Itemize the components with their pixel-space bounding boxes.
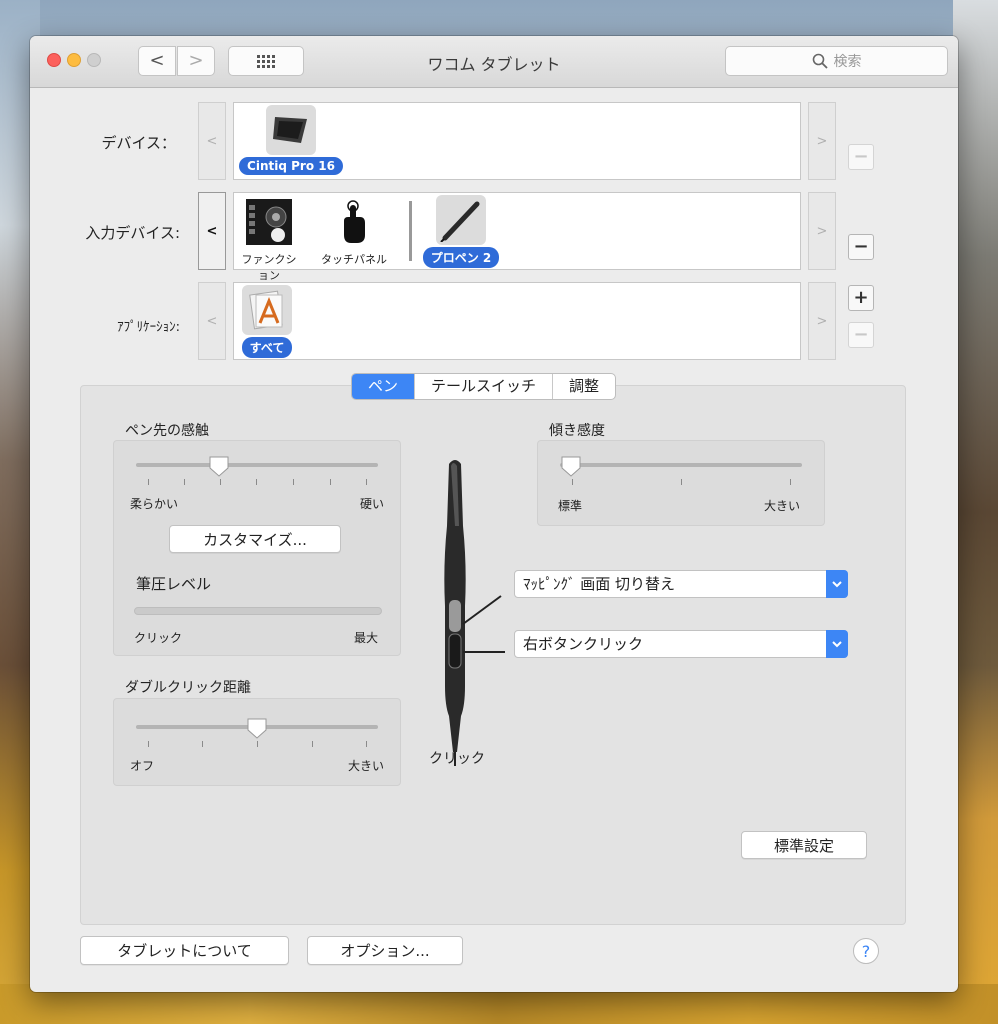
desktop-wallpaper-right [953, 0, 998, 1024]
input-tile-pen[interactable]: プロペン 2 [417, 195, 505, 268]
tilt-min-label: 標準 [558, 499, 583, 513]
preferences-window: < > ワコム タブレット 検索 デバイス： < Cintiq Pro 16 >… [30, 36, 958, 992]
search-field[interactable]: 検索 [725, 46, 948, 76]
input-scroll-right[interactable]: > [808, 192, 836, 270]
touch-hand-icon [329, 197, 379, 247]
input-tile-touch[interactable]: タッチパネル [314, 197, 394, 267]
search-icon [812, 53, 828, 69]
device-scroll-left[interactable]: < [198, 102, 226, 180]
chevron-down-icon [826, 570, 848, 598]
input-row-label: 入力デバイス: [85, 224, 180, 242]
tip-feel-title: ペン先の感触 [125, 423, 209, 439]
tilt-max-label: 大きい [764, 499, 801, 513]
remove-device-button[interactable]: − [848, 144, 874, 170]
app-tile-all[interactable]: すべて [236, 285, 298, 358]
help-button[interactable]: ? [853, 938, 879, 964]
device-tile-cintiq[interactable]: Cintiq Pro 16 [236, 105, 346, 175]
pressure-level-title: 筆圧レベル [136, 575, 212, 593]
tilt-title: 傾き感度 [549, 423, 605, 439]
pen-tip-label: クリック [429, 751, 485, 767]
tab-tail-switch[interactable]: テールスイッチ [415, 374, 554, 399]
pressure-level-bar [134, 607, 382, 615]
lower-button-select[interactable]: 右ボタンクリック [514, 630, 848, 658]
default-settings-button[interactable]: 標準設定 [741, 831, 867, 859]
device-scroll-right[interactable]: > [808, 102, 836, 180]
remove-input-button[interactable]: − [848, 234, 874, 260]
device-row-label: デバイス： [101, 134, 176, 152]
tablet-icon [266, 105, 316, 155]
input-name-touch: タッチパネル [321, 253, 387, 266]
pen-illustration [444, 460, 505, 766]
tilt-box: 標準 大きい [537, 440, 825, 526]
remove-app-button[interactable]: − [848, 322, 874, 348]
input-strip: ファンクション タッチパネル プロペン 2 [233, 192, 801, 282]
title-bar: < > ワコム タブレット 検索 [30, 36, 958, 88]
options-button[interactable]: オプション... [307, 936, 463, 965]
chevron-down-icon [826, 630, 848, 658]
input-scroll-left[interactable]: < [198, 192, 226, 270]
tilt-track[interactable] [560, 463, 802, 467]
upper-button-select[interactable]: ﾏｯﾋﾟﾝｸﾞ 画面 切り替え [514, 570, 848, 598]
app-name-pill: すべて [241, 337, 293, 358]
double-click-min-label: オフ [130, 759, 155, 773]
double-click-max-label: 大きい [348, 759, 385, 773]
add-app-button[interactable]: + [848, 285, 874, 311]
expresskey-icon [244, 197, 294, 247]
search-placeholder: 検索 [833, 54, 862, 70]
app-scroll-left[interactable]: < [198, 282, 226, 360]
pressure-max-label: 最大 [354, 631, 379, 645]
app-row-label: ｱﾌﾟﾘｹｰｼｮﾝ: [117, 320, 180, 335]
tab-adjust[interactable]: 調整 [553, 374, 615, 399]
double-click-box: オフ 大きい [113, 698, 401, 786]
double-click-title: ダブルクリック距離 [125, 680, 251, 696]
about-tablet-button[interactable]: タブレットについて [80, 936, 289, 965]
customize-button[interactable]: カスタマイズ... [169, 525, 341, 553]
tilt-slider-knob[interactable] [560, 455, 582, 477]
tip-feel-box: 柔らかい 硬い カスタマイズ... 筆圧レベル クリック 最大 [113, 440, 401, 656]
pressure-min-label: クリック [134, 631, 183, 645]
upper-button-value: ﾏｯﾋﾟﾝｸﾞ 画面 切り替え [523, 575, 676, 593]
tip-feel-track[interactable] [136, 463, 378, 467]
tab-pen[interactable]: ペン [352, 374, 416, 399]
pen-settings-panel: ペン先の感触 柔らかい 硬い カスタマイズ... 筆圧レベル クリック 最大 ダ… [80, 385, 906, 925]
input-name-pen-pill: プロペン 2 [422, 247, 500, 268]
lower-button-value: 右ボタンクリック [523, 635, 644, 653]
device-name-pill: Cintiq Pro 16 [239, 157, 343, 175]
app-scroll-right[interactable]: > [808, 282, 836, 360]
tip-feel-max-label: 硬い [360, 497, 385, 511]
device-strip: Cintiq Pro 16 [233, 102, 801, 180]
pen-icon [436, 195, 486, 245]
tab-bar: ペン テールスイッチ 調整 [351, 373, 617, 400]
separator [409, 201, 412, 261]
tip-feel-min-label: 柔らかい [130, 497, 179, 511]
double-click-slider-knob[interactable] [246, 717, 268, 739]
input-tile-function[interactable]: ファンクション [238, 197, 300, 283]
all-apps-icon [242, 285, 292, 335]
tip-feel-slider-knob[interactable] [208, 455, 230, 477]
app-strip: すべて [233, 282, 801, 360]
input-name-function: ファンクション [241, 253, 297, 282]
pen-upper-button[interactable] [449, 600, 461, 632]
pen-lower-button[interactable] [448, 633, 462, 669]
